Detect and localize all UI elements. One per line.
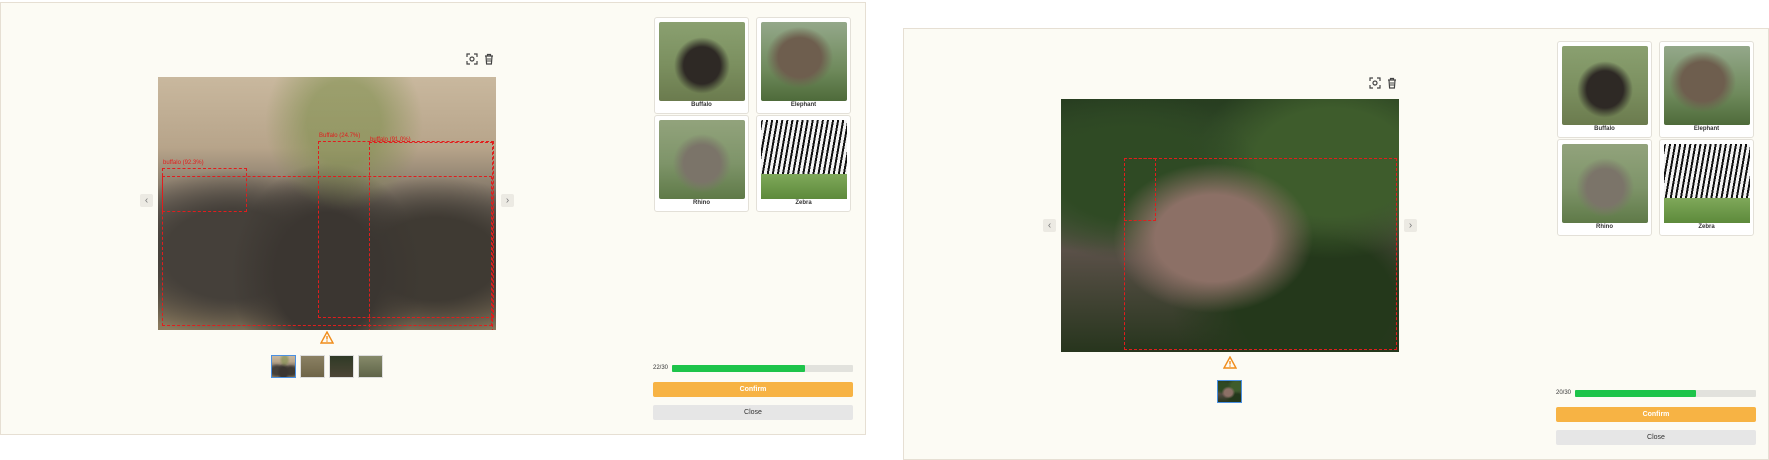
zebra-image — [761, 120, 847, 199]
species-card-buffalo[interactable]: Buffalo — [654, 17, 749, 114]
buffalo-herd-photo: buffalo (92.3%) Buffalo (24.7%) buffalo … — [158, 77, 496, 330]
species-name: Rhino — [1596, 224, 1613, 230]
species-name: Elephant — [790, 102, 817, 108]
chevron-right-icon[interactable]: › — [501, 194, 514, 207]
progress-count: 20/30 — [1556, 390, 1572, 396]
close-button[interactable]: Close — [1556, 430, 1756, 445]
progress-bar — [672, 365, 853, 372]
chevron-left-icon[interactable]: ‹ — [1043, 219, 1056, 232]
thumbnail[interactable] — [1217, 380, 1242, 403]
zebra-image — [1664, 144, 1750, 223]
annotation-panel: buffalo (92.3%) Buffalo (24.7%) buffalo … — [0, 2, 866, 435]
trash-icon[interactable] — [1386, 77, 1398, 89]
thumbnail[interactable] — [300, 355, 325, 378]
species-card-buffalo[interactable]: Buffalo — [1557, 41, 1652, 138]
species-card-elephant[interactable]: Elephant — [756, 17, 851, 114]
elephant-image — [761, 22, 847, 101]
annotation-panel: ‹ › Buffalo Elephant Rhino Zebra 20/30 C… — [903, 28, 1769, 460]
thumbnail[interactable] — [358, 355, 383, 378]
scan-camera-icon[interactable] — [1369, 77, 1381, 89]
species-name: Rhino — [693, 200, 710, 206]
buffalo-image — [659, 22, 745, 101]
species-name: Buffalo — [691, 102, 712, 108]
species-card-elephant[interactable]: Elephant — [1659, 41, 1754, 138]
progress-fill — [1575, 390, 1696, 397]
species-name: Elephant — [1693, 126, 1720, 132]
confirm-button[interactable]: Confirm — [653, 382, 853, 397]
progress-bar — [1575, 390, 1756, 397]
image-viewer: buffalo (92.3%) Buffalo (24.7%) buffalo … — [158, 53, 498, 343]
scan-camera-icon[interactable] — [466, 53, 478, 65]
species-card-zebra[interactable]: Zebra — [1659, 139, 1754, 236]
species-name: Zebra — [795, 200, 812, 206]
detection-box[interactable] — [162, 176, 492, 326]
rhino-image — [1562, 144, 1648, 223]
warning-triangle-icon — [1222, 355, 1238, 369]
species-card-zebra[interactable]: Zebra — [756, 115, 851, 212]
thumbnail[interactable] — [329, 355, 354, 378]
species-card-rhino[interactable]: Rhino — [654, 115, 749, 212]
chevron-left-icon[interactable]: ‹ — [140, 194, 153, 207]
progress-count: 22/30 — [653, 365, 669, 371]
detection-label: buffalo (91.0%) — [370, 137, 411, 143]
species-name: Zebra — [1698, 224, 1715, 230]
confirm-button[interactable]: Confirm — [1556, 407, 1756, 422]
detection-box[interactable] — [1124, 158, 1397, 350]
warning-triangle-icon — [319, 330, 335, 344]
species-name: Buffalo — [1594, 126, 1615, 132]
detection-label: Buffalo (24.7%) — [319, 133, 361, 139]
progress-fill — [672, 365, 805, 372]
trash-icon[interactable] — [483, 53, 495, 65]
detection-box[interactable] — [1124, 158, 1156, 221]
elephant-image — [1664, 46, 1750, 125]
thumbnail[interactable] — [271, 355, 296, 378]
close-button[interactable]: Close — [653, 405, 853, 420]
species-card-rhino[interactable]: Rhino — [1557, 139, 1652, 236]
buffalo-image — [1562, 46, 1648, 125]
rhino-image — [659, 120, 745, 199]
image-viewer — [1061, 77, 1401, 367]
detection-label: buffalo (92.3%) — [163, 160, 204, 166]
chevron-right-icon[interactable]: › — [1404, 219, 1417, 232]
elephant-forest-photo — [1061, 99, 1399, 352]
